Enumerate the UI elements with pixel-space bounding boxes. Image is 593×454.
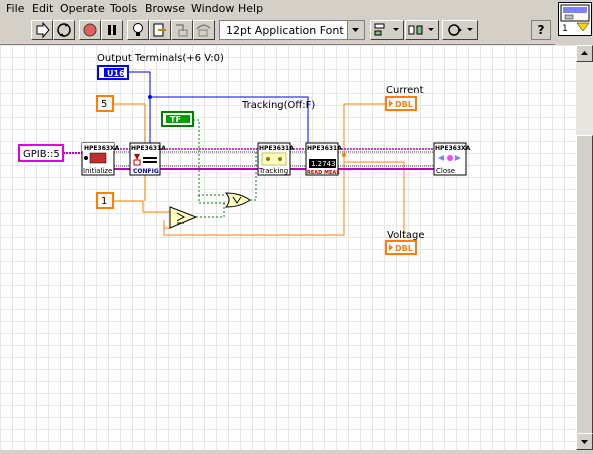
greater-or-equal-node[interactable] [169, 206, 198, 229]
read-meas-readout: 1.2743 [311, 160, 336, 168]
voltage-label: Voltage [387, 230, 425, 241]
lightbulb-icon [133, 23, 143, 36]
block-diagram[interactable]: Output Terminals(+6 V:0) U16 5 1 TF Trac… [0, 45, 576, 450]
font-selector[interactable]: 12pt Application Font [219, 20, 365, 40]
config-vi[interactable]: HPE3631A CONFIG [129, 142, 166, 176]
menu-bar: File Edit Operate Tools Browse Window He… [0, 0, 555, 17]
scroll-thumb[interactable] [576, 135, 593, 435]
voltage-indicator[interactable]: DBL [385, 240, 417, 255]
initialize-vi-header: HPE363XA [84, 145, 120, 152]
config-vi-label: CONFIG [133, 168, 159, 175]
align-icon [374, 23, 399, 36]
vertical-scrollbar[interactable] [576, 45, 593, 450]
menu-operate[interactable]: Operate [60, 2, 105, 15]
step-over-button[interactable] [193, 20, 215, 40]
abort-button[interactable] [79, 20, 101, 40]
close-vi-header: HPE363XA [435, 145, 471, 152]
close-vi-label: Close [436, 167, 455, 175]
scroll-up-button[interactable] [576, 45, 593, 62]
read-meas-vi-label: READ MEAS [307, 170, 340, 176]
tracking-vi-label: Tracking [258, 167, 288, 175]
run-arrow-icon [36, 21, 50, 39]
gpib-resource-constant[interactable]: GPIB::5 [18, 144, 64, 162]
run-continuously-icon [57, 23, 71, 37]
scroll-down-button[interactable] [576, 433, 593, 450]
voltage-value-wire[interactable] [113, 175, 170, 213]
gpib-resource-value: GPIB::5 [23, 149, 60, 160]
tf-type-label: TF [170, 115, 181, 124]
config-vi-header: HPE3631A [131, 145, 166, 152]
step-into-button[interactable] [171, 20, 193, 40]
numeric-constant-1[interactable]: 1 [96, 192, 114, 209]
toolbar: 12pt Application Font [0, 17, 555, 45]
read-meas-vi-header: HPE3631A [307, 145, 342, 152]
voltage-type-label: DBL [395, 244, 413, 253]
menu-file[interactable]: File [6, 2, 24, 15]
tracking-knob-icon [261, 152, 287, 166]
step-over-icon [196, 24, 211, 37]
chevron-up-icon [581, 51, 588, 55]
align-objects-button[interactable] [370, 20, 404, 40]
font-selector-value: 12pt Application Font [226, 24, 344, 37]
vi-icon: 1 [558, 2, 592, 36]
menu-browse[interactable]: Browse [145, 2, 185, 15]
step-into-icon [176, 24, 188, 37]
constant-5-value: 5 [101, 99, 107, 110]
highlight-execution-button[interactable] [127, 20, 149, 40]
initialize-vi-label: Initialize [83, 167, 112, 175]
vi-connector-number: 1 [562, 24, 568, 34]
run-continuously-button[interactable] [53, 20, 75, 40]
stop-icon [83, 23, 97, 37]
menu-help[interactable]: Help [238, 2, 263, 15]
tracking-vi[interactable]: HPE3631A Tracking [257, 142, 294, 176]
pause-button[interactable] [101, 20, 123, 40]
close-vi[interactable]: HPE363XA Close [433, 142, 471, 176]
constant-1-value: 1 [101, 196, 107, 207]
distribute-objects-button[interactable] [405, 20, 439, 40]
menu-edit[interactable]: Edit [32, 2, 53, 15]
pause-icon [108, 25, 116, 35]
run-button[interactable] [31, 20, 53, 40]
u16-constant[interactable]: U16 [97, 65, 129, 80]
instrument-icon [89, 152, 107, 164]
voltage-output-wire[interactable] [344, 161, 405, 237]
or-node[interactable] [224, 192, 251, 208]
reorder-button[interactable] [442, 20, 478, 40]
u16-type-label: U16 [107, 69, 125, 78]
reorder-icon [448, 24, 473, 36]
initialize-vi[interactable]: HPE363XA Initialize [81, 142, 120, 176]
block-diagram-canvas: Output Terminals(+6 V:0) U16 5 1 TF Trac… [18, 53, 471, 255]
retain-wire-values-button[interactable] [149, 20, 171, 40]
tracking-vi-header: HPE3631A [259, 145, 294, 152]
menu-tools[interactable]: Tools [110, 2, 137, 15]
chevron-down-icon [581, 440, 588, 444]
probe-icon [153, 23, 166, 37]
current-type-label: DBL [395, 100, 413, 109]
numeric-constant-5[interactable]: 5 [96, 95, 114, 112]
tracking-label: Tracking(Off:F) [241, 100, 315, 111]
current-value-wire[interactable] [113, 103, 146, 149]
tf-boolean-constant[interactable]: TF [161, 111, 194, 127]
current-label: Current [386, 85, 424, 96]
menu-window[interactable]: Window [191, 2, 234, 15]
output-terminals-label: Output Terminals(+6 V:0) [97, 53, 224, 64]
distribute-icon [408, 25, 434, 35]
current-indicator[interactable]: DBL [385, 96, 417, 111]
read-meas-vi[interactable]: HPE3631A 1.2743 READ MEAS [305, 142, 342, 176]
context-help-button[interactable]: ? [531, 20, 551, 40]
chevron-down-icon [347, 21, 364, 39]
